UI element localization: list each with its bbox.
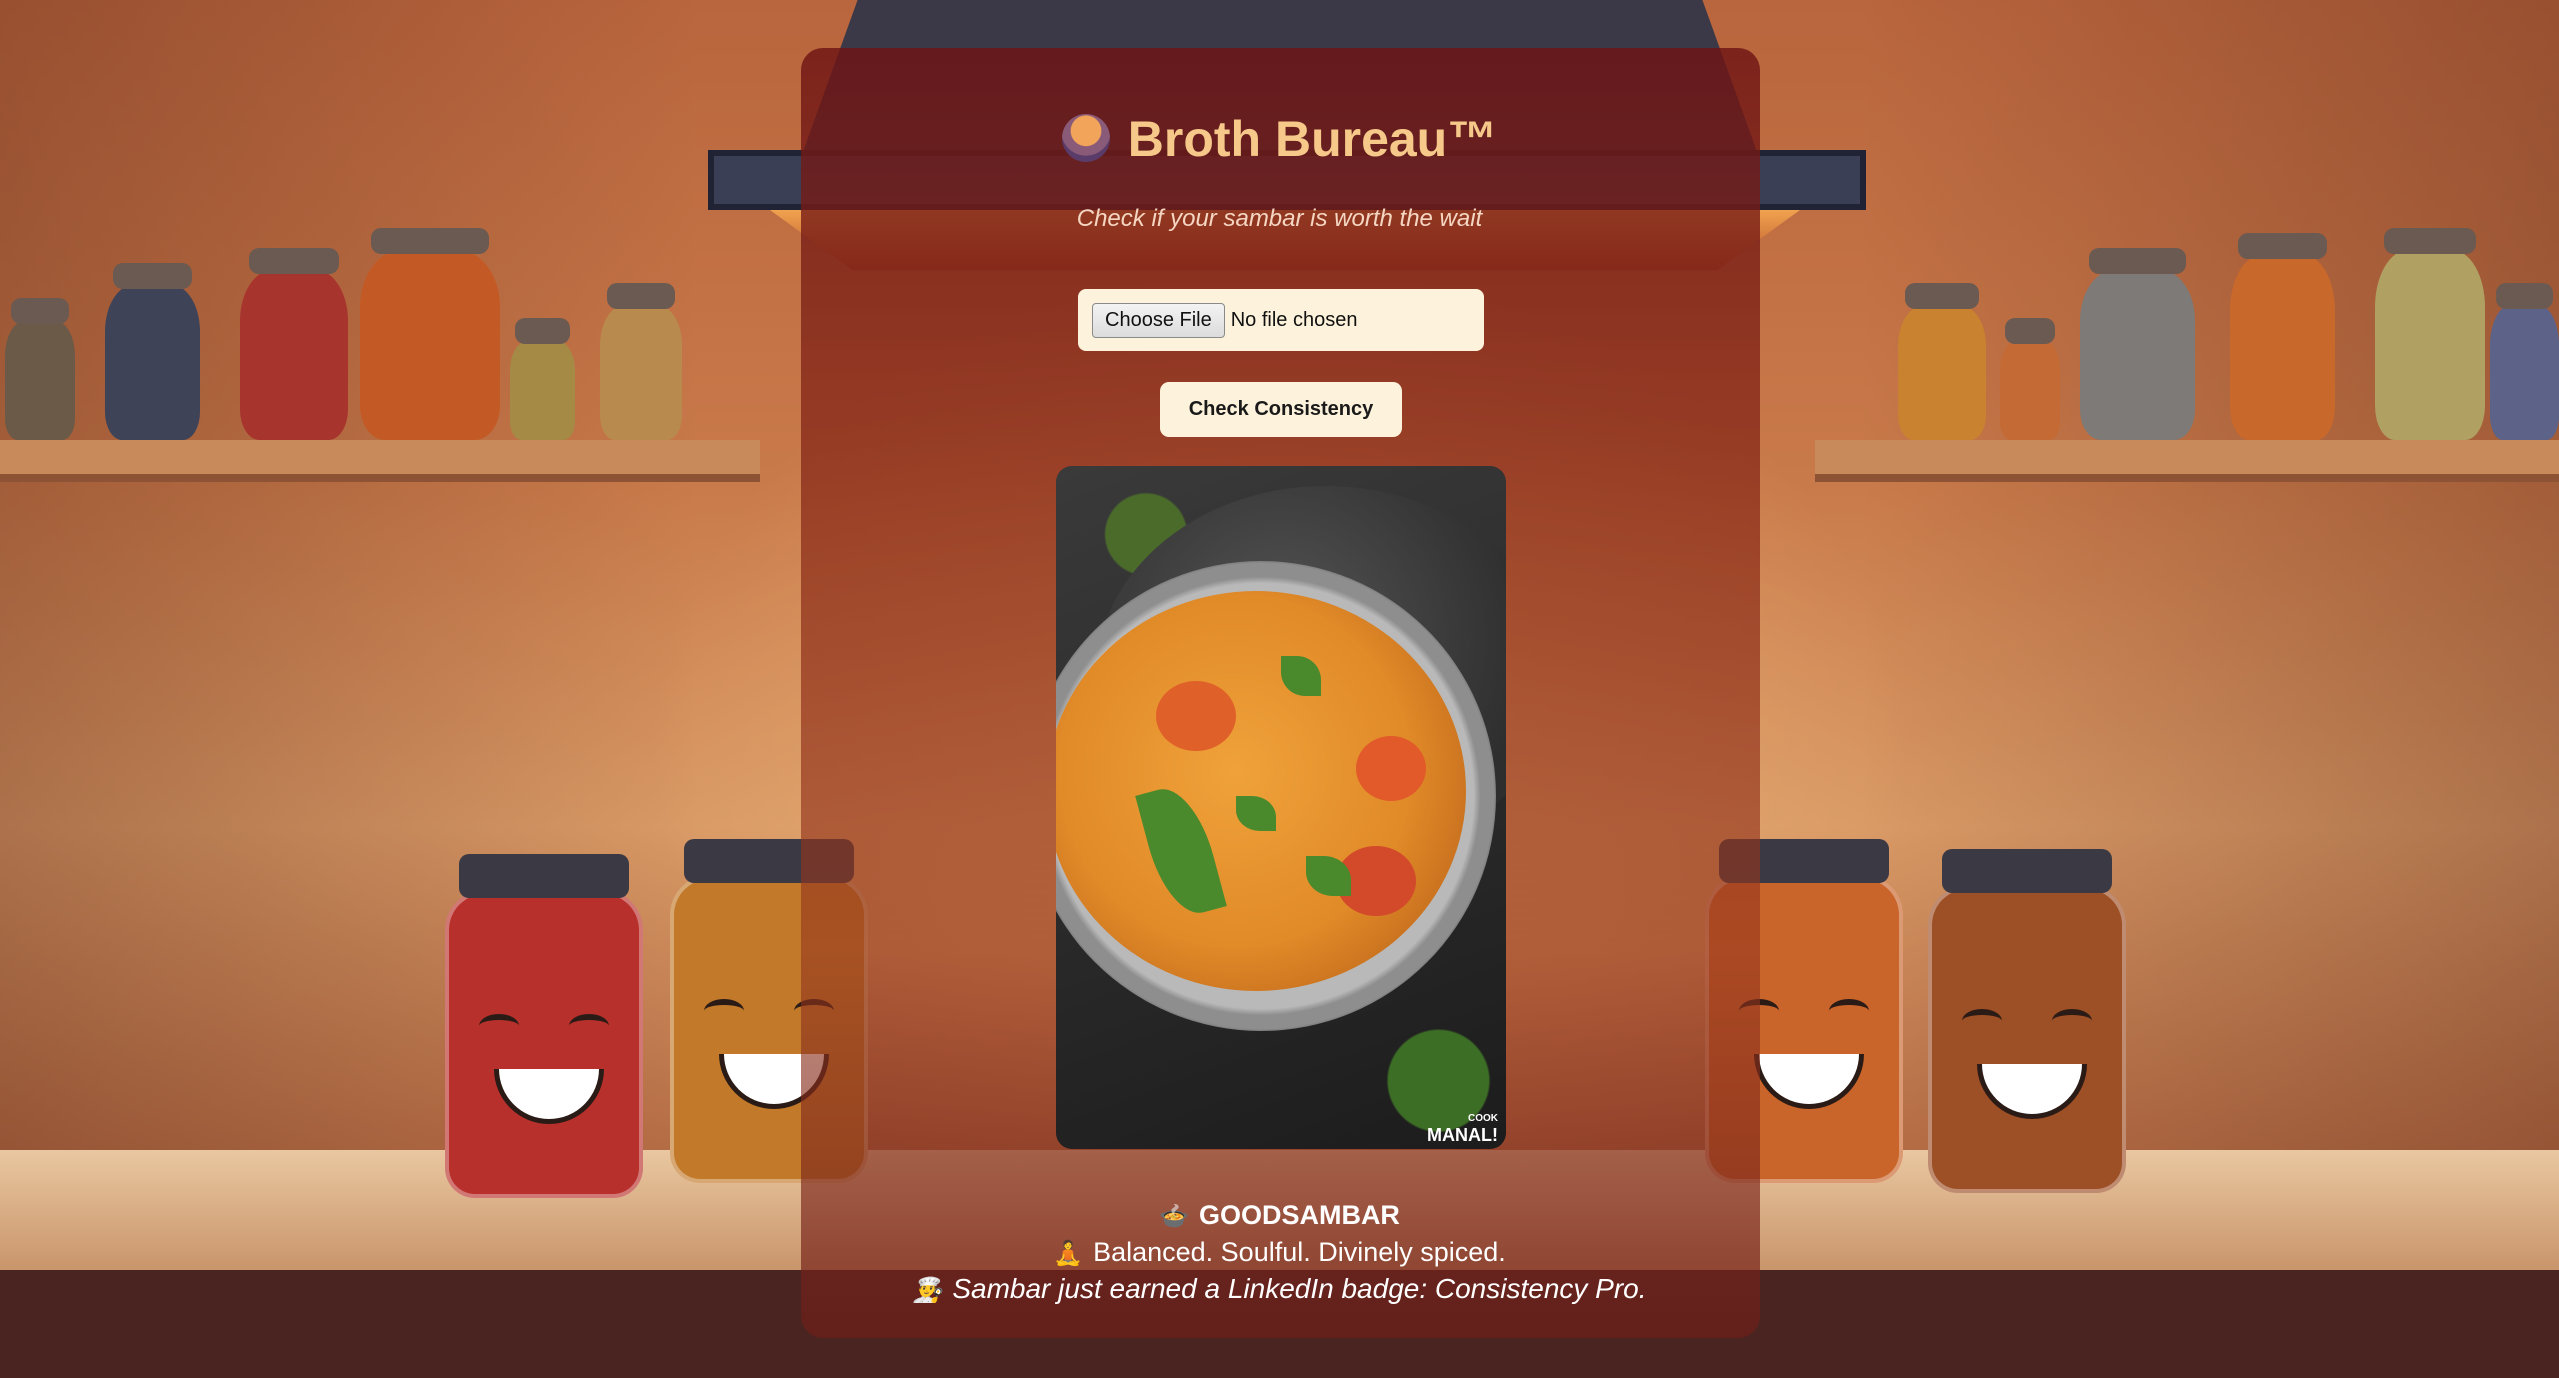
spice-jar xyxy=(105,263,200,440)
carrot-piece xyxy=(1156,681,1236,751)
spice-jar xyxy=(2490,283,2559,440)
carrot-piece xyxy=(1356,736,1426,801)
spice-jar xyxy=(510,318,575,440)
spice-jar xyxy=(2080,248,2195,440)
spice-jar xyxy=(5,298,75,440)
meditation-emoji-icon: 🧘 xyxy=(1053,1240,1084,1267)
file-upload-field[interactable]: Choose File No file chosen xyxy=(1078,289,1484,351)
description-text: Balanced. Soulful. Divinely spiced. xyxy=(1093,1237,1506,1267)
spice-jar xyxy=(600,283,682,440)
verdict-text: GOODSAMBAR xyxy=(1198,1200,1400,1230)
result-badge-note: 👨‍🍳 Sambar just earned a LinkedIn badge: … xyxy=(0,1273,2559,1305)
spice-jar xyxy=(360,228,500,440)
smiling-jar-brown xyxy=(1928,849,2126,1193)
image-watermark: COOK MANAL! xyxy=(1427,1113,1498,1145)
spice-jar xyxy=(2000,318,2060,440)
sambar-preview-image: COOK MANAL! xyxy=(1056,466,1506,1149)
smiling-jar-red xyxy=(445,854,643,1198)
spice-jar xyxy=(2230,233,2335,440)
spice-shelf-left xyxy=(0,440,760,482)
check-consistency-button[interactable]: Check Consistency xyxy=(1160,382,1402,437)
spice-shelf-right xyxy=(1815,440,2559,482)
chef-emoji-icon: 👨‍🍳 xyxy=(912,1277,943,1304)
result-verdict: 🍲 GOODSAMBAR xyxy=(0,1200,2559,1231)
file-status-label: No file chosen xyxy=(1230,308,1358,331)
spice-jar xyxy=(240,248,348,440)
page-subtitle: Check if your sambar is worth the wait xyxy=(1076,205,1483,232)
page-title: Broth Bureau™ xyxy=(0,110,2559,168)
bowl-icon xyxy=(1061,114,1110,162)
choose-file-button[interactable]: Choose File xyxy=(1092,302,1225,338)
result-description: 🧘 Balanced. Soulful. Divinely spiced. xyxy=(0,1237,2559,1268)
badge-note-text: Sambar just earned a LinkedIn badge: Con… xyxy=(952,1273,1647,1304)
spice-jar xyxy=(1898,283,1986,440)
app-title: Broth Bureau™ xyxy=(1127,111,1498,167)
bowl-emoji-icon: 🍲 xyxy=(1159,1203,1189,1230)
spice-jar xyxy=(2375,228,2485,440)
